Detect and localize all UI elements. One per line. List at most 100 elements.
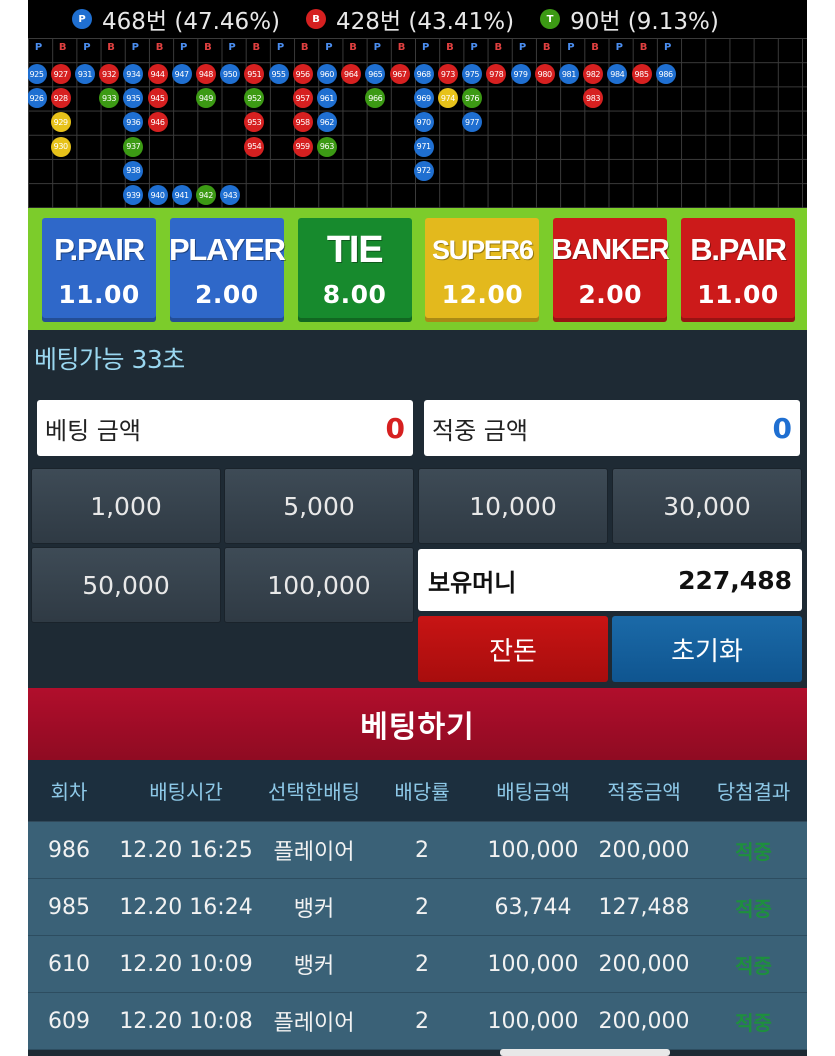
chip-100000-button[interactable]: 100,000 [224,547,414,623]
bet-name: P.PAIR [54,232,145,267]
cell-bet-amount: 100,000 [487,951,579,977]
bet-name: TIE [326,229,384,271]
cell-win-amount: 200,000 [598,951,690,977]
bet-banker-button[interactable]: BANKER 2.00 [552,218,670,322]
road-bead: 964 [341,64,362,84]
bet-odds: 11.00 [697,280,779,309]
cell-time: 12.20 16:24 [119,894,253,920]
cell-bet-amount: 100,000 [487,1008,579,1034]
road-header-player: P [567,42,575,53]
road-bead: 956 [292,64,313,84]
road-header-banker: B [107,42,115,53]
place-bet-button[interactable]: 베팅하기 [28,688,807,760]
road-header-player: P [325,42,333,53]
bet-p-pair-button[interactable]: P.PAIR 11.00 [42,218,156,322]
chip-50000-button[interactable]: 50,000 [31,547,221,623]
table-row: 986 12.20 16:25 플레이어 2 100,000 200,000 적… [28,822,807,879]
road-header-player: P [228,42,236,53]
table-header: 회차 배팅시간 선택한배팅 배당률 배팅금액 적중금액 당첨결과 [28,760,807,822]
bet-name: PLAYER [168,232,286,267]
cell-bet-amount: 100,000 [487,837,579,863]
chip-1000-button[interactable]: 1,000 [31,468,221,544]
cell-win-amount: 127,488 [598,894,690,920]
cell-choice: 뱅커 [293,897,335,922]
road-bead: 950 [220,64,241,84]
win-amount-field[interactable]: 적중 금액 0 [424,400,800,456]
road-bead: 967 [389,64,410,84]
road-bead: 937 [123,136,144,157]
cell-choice: 플레이어 [273,840,355,865]
road-bead: 938 [123,160,144,181]
cell-result: 적중 [735,953,772,978]
road-bead: 928 [50,88,71,109]
road-bead: 943 [220,185,241,205]
road-header-banker: B [252,42,261,53]
road-bead: 942 [195,185,216,205]
col-round: 회차 [50,780,88,804]
bet-b-pair-button[interactable]: B.PAIR 11.00 [680,218,795,322]
bet-amount-field[interactable]: 베팅 금액 0 [37,400,413,456]
road-bead: 947 [171,64,192,84]
col-win-amount: 적중금액 [607,780,681,804]
balance-value: 227,488 [678,565,792,595]
bead-road: P B P B P B P B P B P B P B P B P B P B P B P B P B P 925 926 927 928 9… [28,38,807,208]
road-bead: 949 [195,88,216,109]
betting-timer: 베팅가능 33초 [34,345,185,374]
road-bead: 944 [147,64,168,84]
baccarat-app: P 468번 (47.46%) B 428번 (43.41%) T 90번 (9.13… [28,0,807,1056]
bet-odds: 11.00 [58,280,140,309]
chip-10000-button[interactable]: 10,000 [418,468,608,544]
road-bead: 973 [437,64,458,84]
road-bead: 930 [50,136,71,157]
road-bead: 941 [171,185,192,205]
cell-round: 985 [48,894,90,920]
banker-badge-icon: B [306,9,327,29]
table-row: 609 12.20 10:08 플레이어 2 100,000 200,000 적… [28,993,807,1050]
stats-bar: P 468번 (47.46%) B 428번 (43.41%) T 90번 (9.13… [28,0,807,38]
road-bead: 932 [99,64,120,84]
cell-round: 609 [48,1008,90,1034]
win-amount-label: 적중 금액 [432,416,528,445]
cell-round: 610 [48,951,90,977]
chip-30000-button[interactable]: 30,000 [612,468,802,544]
road-bead: 926 [28,88,47,109]
bet-tie-button[interactable]: TIE 8.00 [297,218,412,322]
cell-odds: 2 [415,951,429,977]
road-header-banker: B [349,42,357,53]
cell-choice: 플레이어 [273,1011,355,1036]
road-bead: 958 [292,112,313,133]
table-row: 985 12.20 16:24 뱅커 2 63,744 127,488 적중 [28,879,807,936]
cell-result: 적중 [735,1010,772,1035]
cell-time: 12.20 10:09 [119,951,253,977]
road-bead: 982 [583,64,604,84]
bet-options: P.PAIR 11.00 PLAYER 2.00 TIE 8.00 SUPER6 12.… [28,208,807,330]
road-bead: 955 [268,64,289,84]
bet-odds: 2.00 [194,280,259,309]
bet-super6-button[interactable]: SUPER6 12.00 [425,218,540,322]
road-bead: 925 [28,64,47,84]
col-time: 배팅시간 [149,780,223,804]
cell-win-amount: 200,000 [598,837,690,863]
chip-5000-button[interactable]: 5,000 [224,468,414,544]
road-bead: 927 [50,64,71,84]
bet-odds: 8.00 [322,280,387,309]
bet-odds: 12.00 [441,280,524,309]
cell-result: 적중 [735,896,772,921]
bet-player-button[interactable]: PLAYER 2.00 [168,218,286,322]
tie-stat-text: 90번 (9.13%) [570,9,719,35]
player-stat: P 468번 (47.46%) [72,2,280,36]
road-header-banker: B [494,42,503,53]
road-header-player: P [131,42,139,53]
road-header-banker: B [397,42,406,53]
bet-amount-value: 0 [385,411,405,445]
player-stat-text: 468번 (47.46%) [102,9,281,35]
road-header-banker: B [155,42,164,53]
change-button[interactable]: 잔돈 [418,616,608,682]
road-bead: 968 [413,64,434,84]
balance-label: 보유머니 [428,568,517,597]
road-bead: 969 [413,88,434,109]
road-bead: 970 [413,112,434,133]
reset-button[interactable]: 초기화 [612,616,802,682]
road-header-player: P [470,42,478,53]
col-bet-amount: 배팅금액 [496,780,570,804]
